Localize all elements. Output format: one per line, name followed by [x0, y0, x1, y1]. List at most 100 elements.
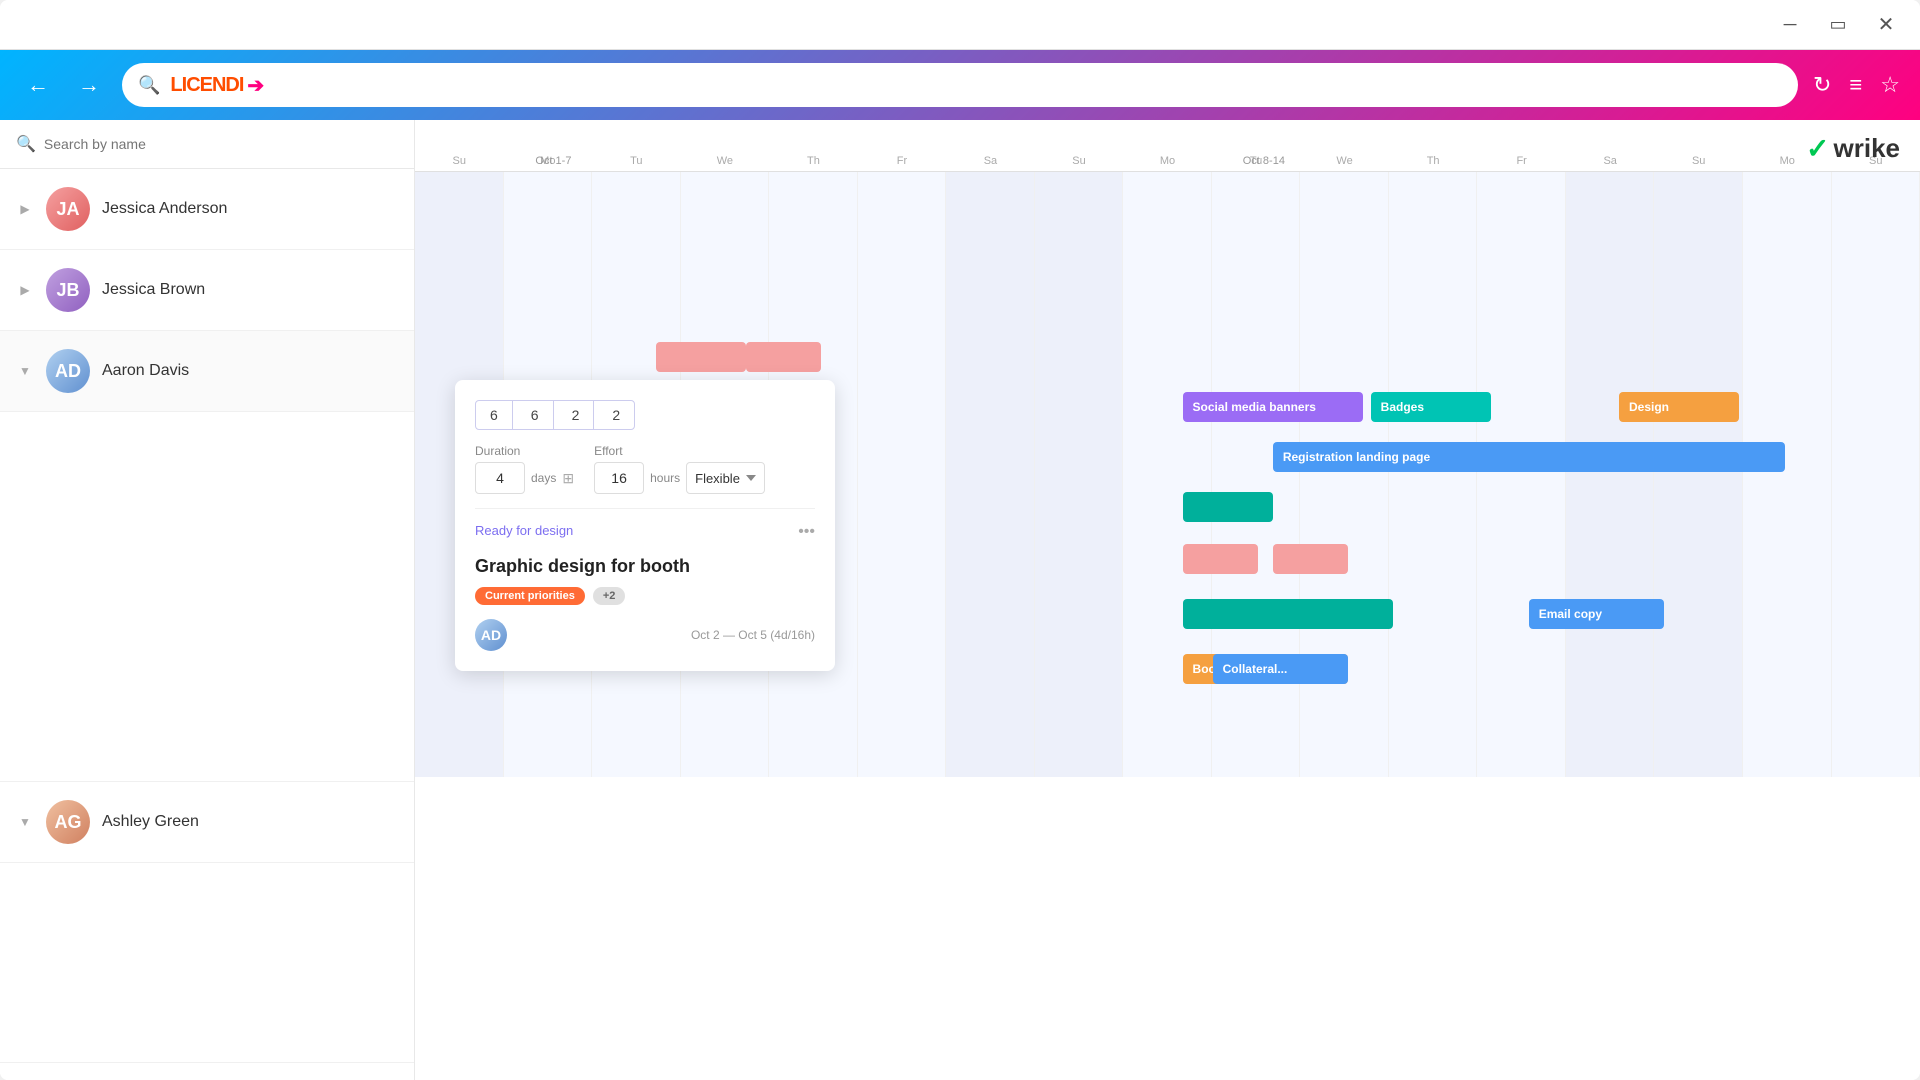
chevron-right-icon: ▶	[16, 200, 34, 218]
avatar: JA	[46, 187, 90, 231]
email-copy-bar[interactable]: Email copy	[1529, 599, 1664, 629]
detail-number-1: 6	[476, 401, 513, 429]
day-cell	[1654, 252, 1743, 332]
sidebar-item-amanda-springfield[interactable]: ▶ AS Amanda Springfield	[0, 1063, 414, 1080]
calendar-header: Oct 1-7 Oct 8-14 Su Mo Tu We Th Fr Sa Su…	[415, 120, 1920, 172]
task-assignee-avatar: AD	[475, 619, 507, 651]
effort-input[interactable]	[594, 462, 644, 494]
design-bar[interactable]: Design	[1619, 392, 1739, 422]
detail-number-4: 2	[598, 401, 634, 429]
chevron-right-icon: ▶	[16, 281, 34, 299]
more-options-button[interactable]: •••	[798, 523, 815, 541]
day-cell	[1743, 172, 1832, 252]
person-name: Ashley Green	[102, 813, 199, 831]
sidebar-item-ashley-green[interactable]: ▼ AG Ashley Green	[0, 782, 414, 863]
back-button[interactable]: ←	[20, 67, 56, 103]
effort-label: Effort	[594, 444, 765, 458]
day-cell	[1743, 697, 1832, 777]
day-we: We	[681, 155, 770, 167]
duration-input[interactable]	[475, 462, 525, 494]
day-su3: Su	[1654, 155, 1743, 167]
maximize-button[interactable]: ▭	[1824, 11, 1852, 39]
sidebar-item-aaron-davis[interactable]: ▼ AD Aaron Davis	[0, 331, 414, 412]
browser-toolbar: ← → 🔍 LICENDI ➔ ↻ ≡ ☆	[0, 50, 1920, 120]
day-th2: Th	[1389, 155, 1478, 167]
teal-bar[interactable]	[1183, 492, 1273, 522]
day-cell	[1389, 172, 1478, 252]
detail-popup: 6 6 2 2 Duration days ⊞	[455, 380, 835, 671]
day-cell	[1035, 697, 1124, 777]
person-name: Jessica Anderson	[102, 200, 227, 218]
address-bar[interactable]: 🔍 LICENDI ➔	[122, 63, 1798, 107]
sidebar-item-jessica-brown[interactable]: ▶ JB Jessica Brown	[0, 250, 414, 331]
registration-landing-bar[interactable]: Registration landing page	[1273, 442, 1785, 472]
badges-bar[interactable]: Badges	[1371, 392, 1491, 422]
detail-task-section: Ready for design ••• Graphic design for …	[475, 508, 815, 651]
forward-button[interactable]: →	[71, 67, 107, 103]
task-title: Graphic design for booth	[475, 556, 815, 577]
avatar: AG	[46, 800, 90, 844]
day-cell	[415, 172, 504, 252]
day-cell	[1832, 252, 1920, 332]
wrike-logo-text: wrike	[1834, 133, 1901, 164]
grid-icon: ⊞	[562, 470, 574, 487]
day-su: Su	[415, 155, 504, 167]
person-list: ▶ JA Jessica Anderson ▶ JB Jessica Brown…	[0, 169, 414, 1080]
day-we2: We	[1300, 155, 1389, 167]
menu-button[interactable]: ≡	[1849, 72, 1862, 98]
day-cell	[769, 697, 858, 777]
day-fr2: Fr	[1477, 155, 1566, 167]
ashley-expanded-area	[0, 863, 414, 1063]
week1-label: Oct 1-7	[535, 155, 571, 167]
favorites-button[interactable]: ☆	[1880, 72, 1900, 98]
day-cell	[1212, 172, 1301, 252]
day-cell	[1035, 252, 1124, 332]
detail-task-header: Ready for design •••	[475, 523, 815, 544]
days-unit: days	[531, 471, 556, 485]
day-cell	[415, 697, 504, 777]
reload-button[interactable]: ↻	[1813, 72, 1831, 98]
minimize-button[interactable]: ─	[1776, 11, 1804, 39]
close-button[interactable]: ✕	[1872, 11, 1900, 39]
avatar: JB	[46, 268, 90, 312]
day-cell	[681, 172, 770, 252]
day-cell	[681, 697, 770, 777]
ashley-teal-bar[interactable]	[1183, 599, 1394, 629]
day-cell	[1212, 697, 1301, 777]
ashley-pink-1	[1183, 544, 1258, 574]
search-bar-icon: 🔍	[16, 134, 36, 154]
day-cell	[946, 697, 1035, 777]
flexible-select[interactable]: Flexible Fixed	[686, 462, 765, 494]
week2-label: Oct 8-14	[1243, 155, 1285, 167]
social-media-banners-bar[interactable]: Social media banners	[1183, 392, 1364, 422]
aaron-row-1	[415, 332, 1920, 382]
day-cell	[1300, 172, 1389, 252]
person-name: Aaron Davis	[102, 362, 189, 380]
search-bar[interactable]: 🔍	[0, 120, 414, 169]
day-cell	[858, 252, 947, 332]
day-cell	[681, 252, 770, 332]
pink-block-2	[746, 342, 821, 372]
day-cell	[1477, 172, 1566, 252]
sidebar-item-jessica-anderson[interactable]: ▶ JA Jessica Anderson	[0, 169, 414, 250]
day-su2: Su	[1035, 155, 1124, 167]
logo-licendi: LICENDI ➔	[170, 73, 264, 98]
day-sa: Sa	[946, 155, 1035, 167]
collateral-bar[interactable]: Collateral...	[1213, 654, 1348, 684]
day-cell	[592, 697, 681, 777]
toolbar-right: ↻ ≡ ☆	[1813, 72, 1900, 98]
task-tags: Current priorities +2	[475, 587, 815, 605]
app-container: 🔍 ▶ JA Jessica Anderson ▶ JB Jessica Bro…	[0, 120, 1920, 1080]
day-cell	[769, 172, 858, 252]
day-cell	[592, 172, 681, 252]
day-cell	[946, 252, 1035, 332]
day-cell	[504, 697, 593, 777]
day-cell	[1477, 697, 1566, 777]
day-cell	[769, 252, 858, 332]
effort-group: Effort hours Flexible Fixed	[594, 444, 765, 494]
day-cell	[504, 172, 593, 252]
day-cell	[1212, 252, 1301, 332]
search-input[interactable]	[44, 136, 398, 152]
aaron-expanded-area	[0, 412, 414, 782]
day-cell	[1300, 252, 1389, 332]
